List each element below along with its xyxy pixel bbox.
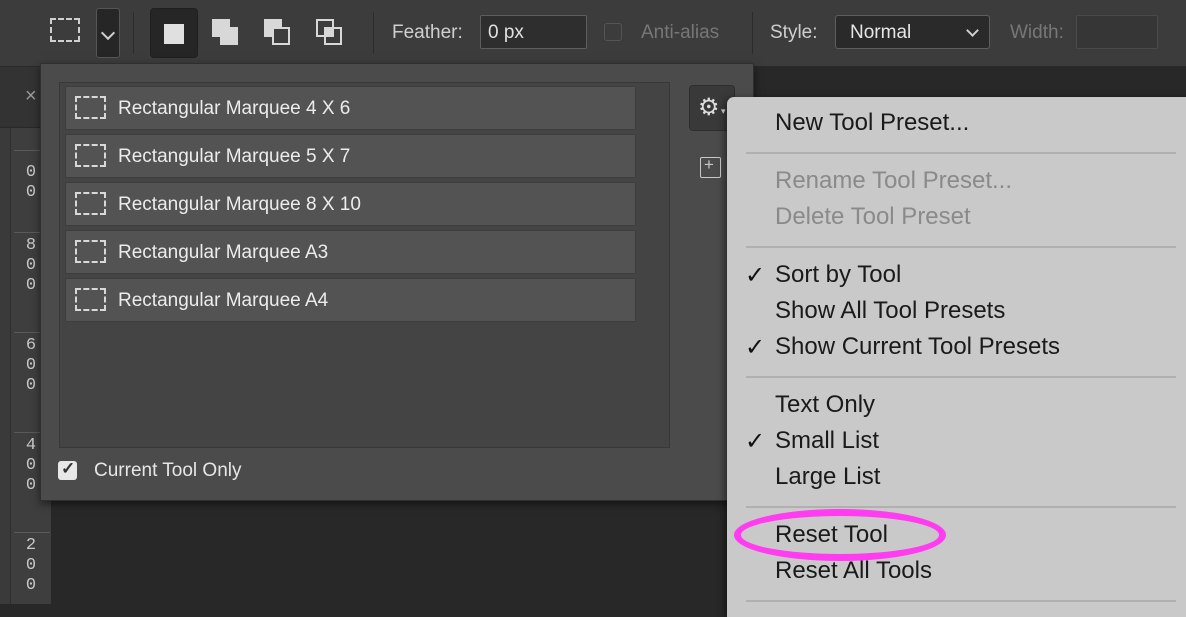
menu-item-sort-by-tool[interactable]: Sort by Tool: [775, 261, 901, 289]
chevron-down-icon: [966, 24, 979, 37]
ruler-label: 2: [25, 536, 37, 555]
feather-input[interactable]: 0 px: [480, 15, 587, 49]
rectangular-marquee-icon: [75, 96, 106, 119]
preset-label: Rectangular Marquee A4: [118, 290, 329, 311]
ruler-label: 0: [25, 376, 37, 395]
preset-label: Rectangular Marquee 8 X 10: [118, 194, 361, 215]
preset-list-item[interactable]: Rectangular Marquee A4: [65, 278, 636, 322]
menu-separator: [746, 376, 1176, 378]
menu-item-rename-tool-preset: Rename Tool Preset...: [775, 167, 1013, 194]
options-bar: Feather: 0 px Anti-alias Style: Normal W…: [0, 0, 1186, 67]
tool-preset-picker-button[interactable]: [96, 8, 120, 58]
ruler-label: 6: [25, 336, 37, 355]
subtract-from-selection-button[interactable]: [254, 8, 302, 58]
add-to-selection-button[interactable]: [202, 8, 250, 58]
new-selection-icon: [164, 24, 184, 44]
width-input[interactable]: [1076, 15, 1158, 49]
ruler-label: 4: [25, 436, 37, 455]
ruler-label: 0: [25, 576, 37, 595]
divider: [752, 12, 753, 54]
ruler-label: 0: [25, 163, 37, 182]
ruler-label: 0: [25, 183, 37, 202]
rectangular-marquee-icon: [75, 144, 106, 167]
anti-alias-checkbox[interactable]: [604, 23, 622, 41]
new-selection-button[interactable]: [150, 8, 198, 58]
menu-separator: [746, 600, 1176, 602]
menu-item-text-only[interactable]: Text Only: [775, 391, 875, 419]
style-value: Normal: [850, 22, 912, 43]
feather-label: Feather:: [392, 22, 463, 43]
menu-item-show-all-tool-presets[interactable]: Show All Tool Presets: [775, 297, 1005, 325]
ruler-label: 0: [25, 356, 37, 375]
chevron-down-icon: ▾: [721, 106, 726, 116]
current-tool-only-label: Current Tool Only: [94, 460, 242, 481]
check-icon: ✓: [745, 428, 766, 455]
style-label: Style:: [770, 22, 818, 43]
menu-separator: [746, 506, 1176, 508]
menu-item-show-current-tool-presets[interactable]: Show Current Tool Presets: [775, 333, 1060, 361]
rectangular-marquee-icon[interactable]: [50, 18, 80, 42]
menu-separator: [746, 246, 1176, 248]
style-select[interactable]: Normal: [835, 15, 990, 49]
preset-list-item[interactable]: Rectangular Marquee 4 X 6: [65, 86, 636, 130]
check-icon: ✓: [61, 459, 76, 478]
menu-item-reset-all-tools[interactable]: Reset All Tools: [775, 557, 932, 585]
rectangular-marquee-icon: [75, 240, 106, 263]
check-icon: ✓: [745, 334, 766, 361]
rectangular-marquee-icon: [75, 288, 106, 311]
width-label: Width:: [1010, 22, 1064, 43]
menu-item-delete-tool-preset: Delete Tool Preset: [775, 203, 971, 230]
preset-list-item[interactable]: Rectangular Marquee A3: [65, 230, 636, 274]
close-icon[interactable]: ×: [25, 85, 37, 108]
preset-label: Rectangular Marquee 5 X 7: [118, 146, 351, 167]
current-tool-only-checkbox[interactable]: ✓: [58, 459, 77, 480]
menu-item-new-tool-preset[interactable]: New Tool Preset...: [775, 109, 969, 137]
divider: [133, 12, 134, 54]
highlight-annotation-circle: [734, 509, 946, 561]
plus-icon: +: [704, 155, 714, 174]
ruler-label: 8: [25, 236, 37, 255]
menu-separator: [746, 152, 1176, 154]
gear-icon: ⚙: [698, 94, 720, 121]
anti-alias-label: Anti-alias: [641, 22, 720, 43]
chevron-down-icon: [100, 25, 116, 41]
ruler-label: 0: [25, 456, 37, 475]
check-icon: ✓: [745, 262, 766, 289]
ruler-label: 0: [25, 556, 37, 575]
preset-list-item[interactable]: Rectangular Marquee 8 X 10: [65, 182, 636, 226]
divider: [373, 12, 374, 54]
new-preset-button[interactable]: +: [700, 155, 721, 178]
intersect-selection-button[interactable]: [306, 8, 354, 58]
ruler-label: 0: [25, 276, 37, 295]
ruler-label: 0: [25, 476, 37, 495]
ruler-label: 0: [25, 256, 37, 275]
preset-list-item[interactable]: Rectangular Marquee 5 X 7: [65, 134, 636, 178]
preset-label: Rectangular Marquee 4 X 6: [118, 98, 351, 119]
menu-item-large-list[interactable]: Large List: [775, 463, 880, 491]
menu-item-small-list[interactable]: Small List: [775, 427, 879, 455]
rectangular-marquee-icon: [75, 192, 106, 215]
preset-label: Rectangular Marquee A3: [118, 242, 329, 263]
